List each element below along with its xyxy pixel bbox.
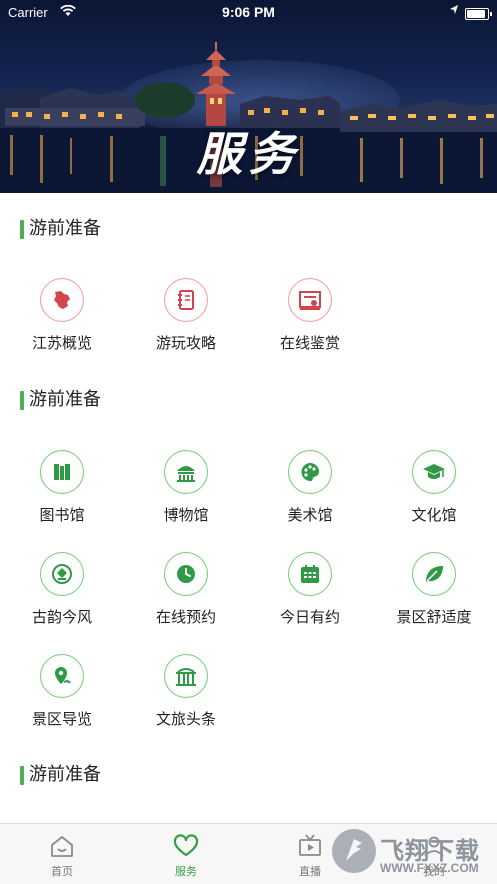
grid-label: 江苏概览 [31,334,92,352]
grid-label: 今日有约 [279,608,340,626]
map-pin-icon [40,654,84,698]
leaf-icon [412,552,456,596]
watermark: 飞翔下载 WWW.FXXZ.COM [330,825,497,883]
museum-icon [164,450,208,494]
status-bar: Carrier 9:06 PM [0,0,497,26]
home-icon [51,836,73,857]
grid-label: 博物馆 [163,506,209,524]
grid-item-tourism-headlines[interactable]: 文旅头条 [124,654,248,729]
battery-fill [467,10,485,18]
watermark-logo-icon [332,829,376,873]
tab-home[interactable]: 首页 [0,824,124,884]
grid-label: 在线鉴赏 [279,334,340,352]
ancient-pattern-icon [40,552,84,596]
location-arrow-icon [449,4,459,19]
section-title-3: 游前准备 [20,764,101,786]
grid-item-online-appreciation[interactable]: 在线鉴赏 [248,278,372,353]
grid-item-travel-guide[interactable]: 游玩攻略 [124,278,248,353]
heart-icon [173,834,199,857]
grid-item-ancient-charm[interactable]: 古韵今风 [0,552,124,627]
grid-label: 景区导览 [31,710,92,728]
grid-item-library[interactable]: 图书馆 [0,450,124,525]
grid-item-today-events[interactable]: 今日有约 [248,552,372,627]
hero-title: 服务 [196,127,301,181]
grid-item-scenic-guide[interactable]: 景区导览 [0,654,124,729]
grid-label: 古韵今风 [31,608,92,626]
jiangsu-map-icon [40,278,84,322]
pagoda [196,42,236,126]
grid-label: 在线预约 [155,608,216,626]
grid-item-jiangsu-overview[interactable]: 江苏概览 [0,278,124,353]
gate-icon [164,654,208,698]
grid-label: 景区舒适度 [396,608,472,626]
grid-item-scenic-comfort[interactable]: 景区舒适度 [372,552,496,627]
tab-label: 首页 [51,865,73,878]
section-title-1: 游前准备 [20,218,101,240]
grid-item-online-booking[interactable]: 在线预约 [124,552,248,627]
clock-icon [164,552,208,596]
grid-label: 图书馆 [39,506,85,524]
hero-banner: 服务 [0,0,497,193]
grid-label: 游玩攻略 [155,334,216,352]
tv-icon [299,834,321,856]
artwork-icon [288,278,332,322]
watermark-url: WWW.FXXZ.COM [380,861,479,875]
grid-item-museum[interactable]: 博物馆 [124,450,248,525]
grid-label: 文旅头条 [155,710,216,728]
tab-label: 服务 [175,865,197,878]
tab-services[interactable]: 服务 [124,824,248,884]
palette-icon [288,450,332,494]
graduation-cap-icon [412,450,456,494]
clock-time: 9:06 PM [222,4,275,20]
calendar-icon [288,552,332,596]
grid-item-culture-center[interactable]: 文化馆 [372,450,496,525]
grid-item-art-gallery[interactable]: 美术馆 [248,450,372,525]
grid-label: 文化馆 [411,506,457,524]
section-title-2: 游前准备 [20,389,101,411]
grid-label: 美术馆 [287,506,333,524]
books-icon [40,450,84,494]
battery-icon [465,8,492,20]
notebook-icon [164,278,208,322]
